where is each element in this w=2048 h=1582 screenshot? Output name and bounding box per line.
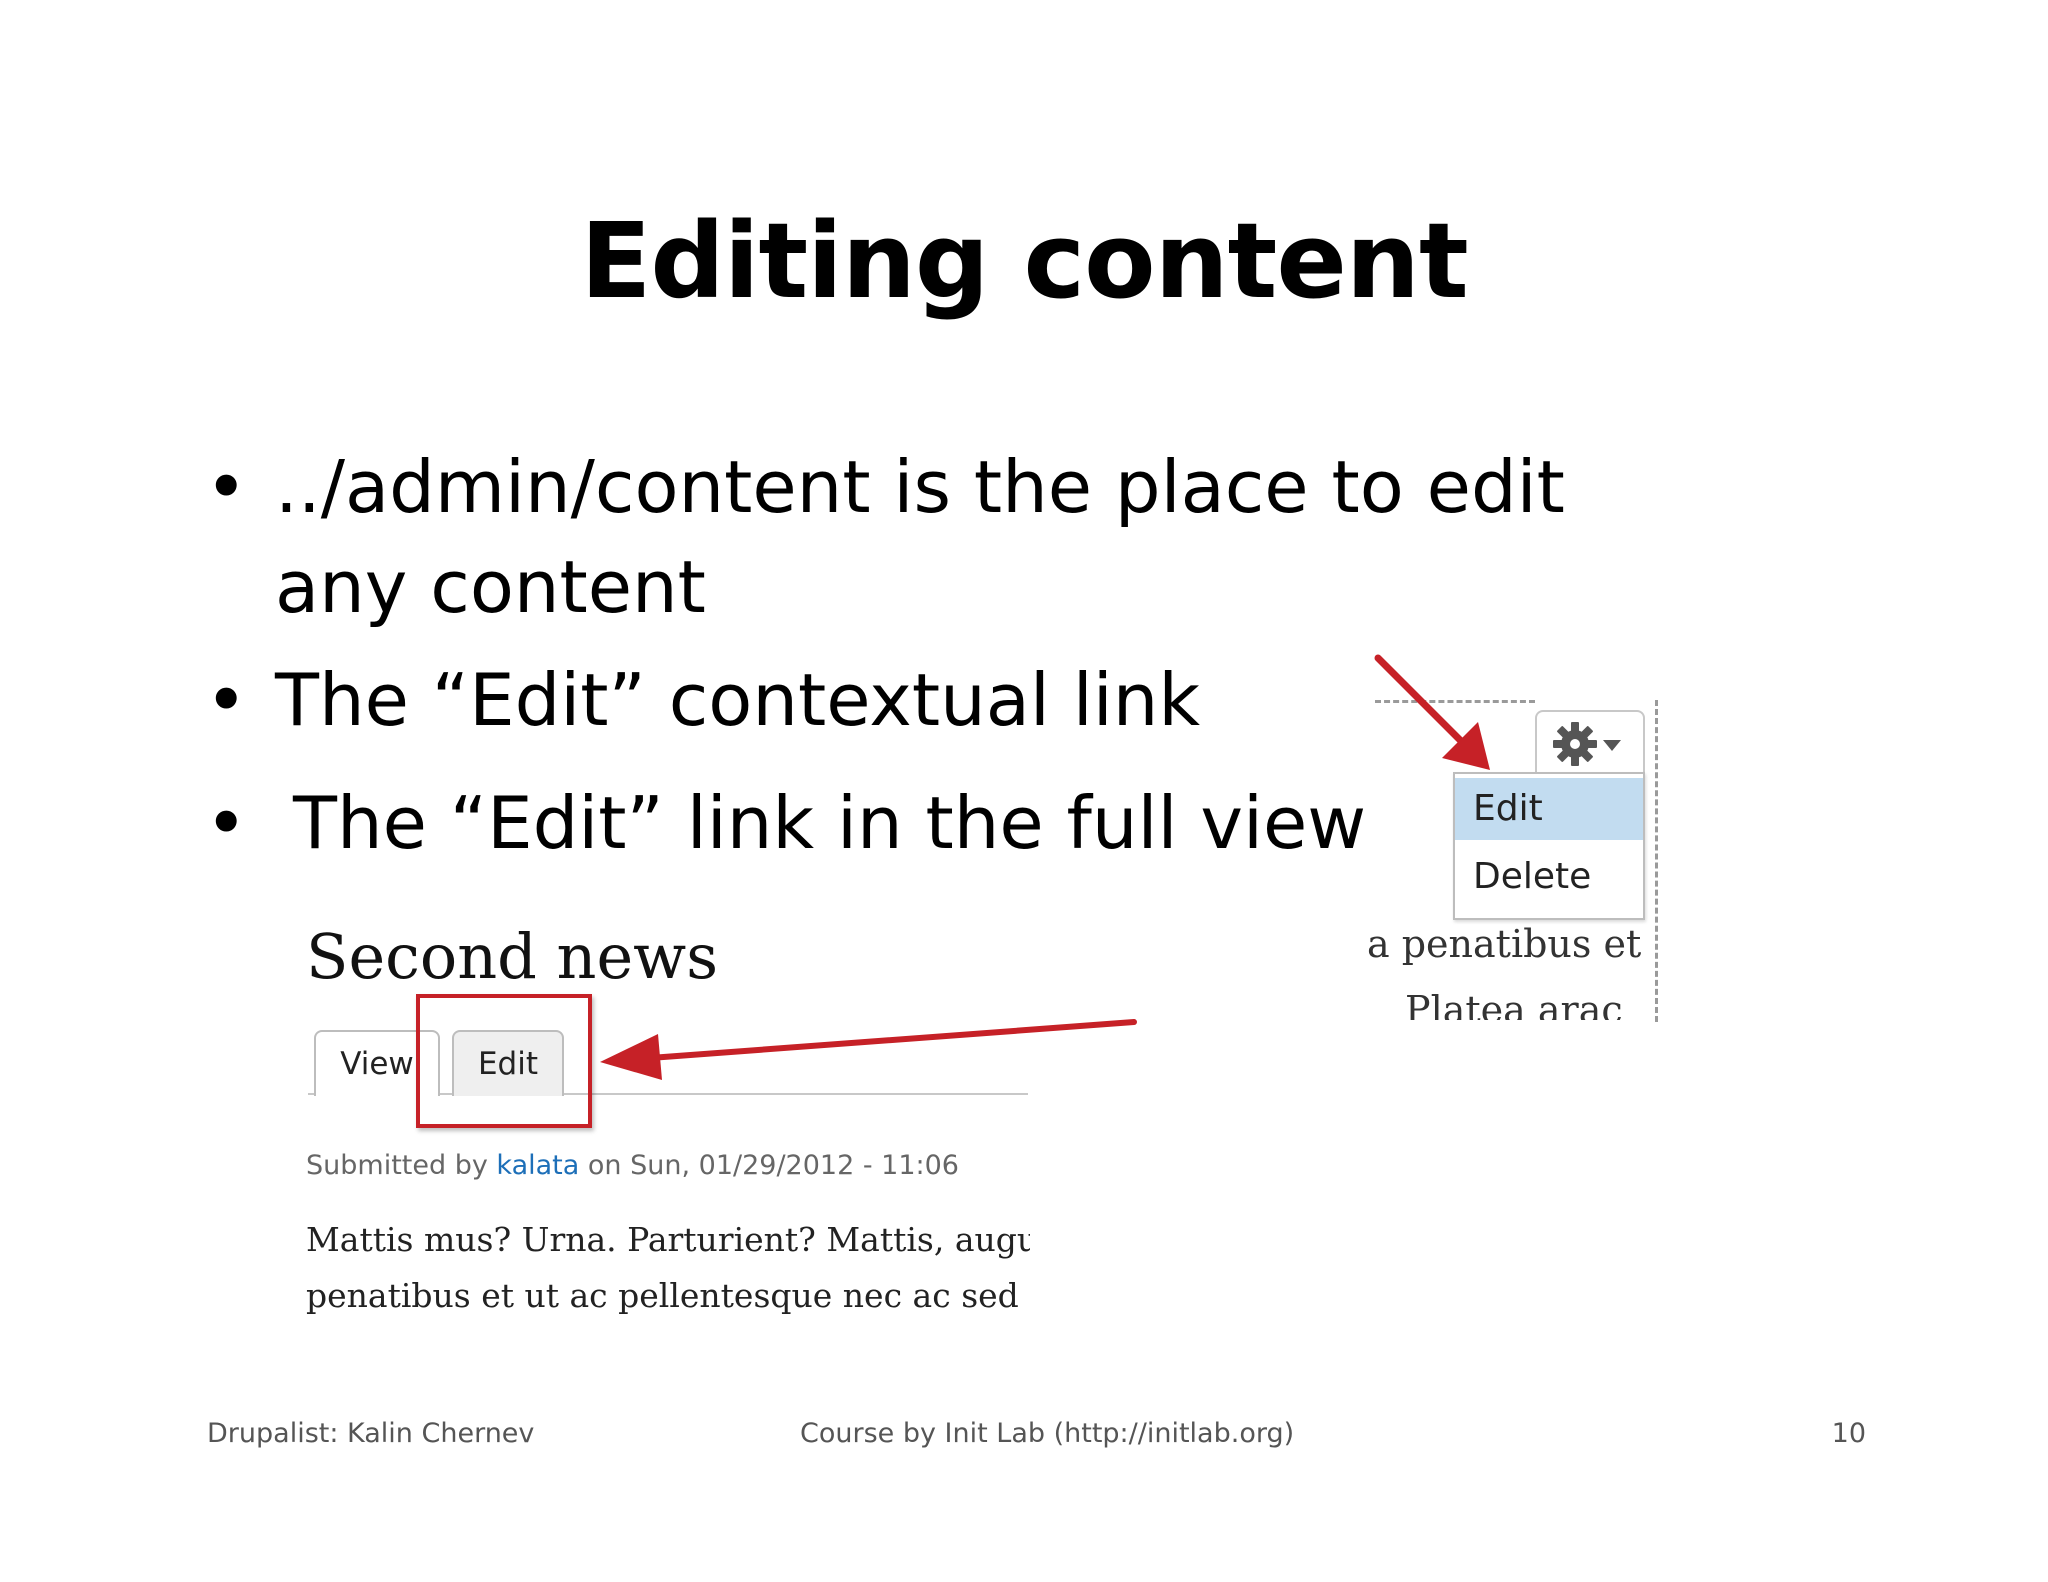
bullet-marker: • <box>205 658 248 742</box>
bullet-item-1: • ../admin/content is the place to edit … <box>205 437 1705 637</box>
submitted-line: Submitted by kalata on Sun, 01/29/2012 -… <box>306 1150 959 1181</box>
contextual-menu: Edit Delete <box>1453 772 1645 920</box>
bullet-item-2: • The “Edit” contextual link <box>205 650 1200 750</box>
body-line: Mattis mus? Urna. Parturient? Mattis, au… <box>306 1220 1030 1259</box>
submitted-prefix: Submitted by <box>306 1150 488 1181</box>
node-body: Mattis mus? Urna. Parturient? Mattis, au… <box>306 1212 1030 1324</box>
arrow-down-right-icon <box>1374 654 1490 770</box>
footer-course: Course by Init Lab (http://initlab.org) <box>800 1418 1295 1449</box>
contextual-links-button[interactable] <box>1535 710 1645 774</box>
edit-tab-highlight <box>416 994 592 1128</box>
bullet-item-3: • The “Edit” link in the full view <box>205 773 1366 873</box>
background-text: Platea arac <box>1405 988 1623 1020</box>
bullet-text: ../admin/content is the place to edit an… <box>275 445 1565 629</box>
node-title: Second news <box>306 920 719 993</box>
bullet-marker: • <box>205 445 248 529</box>
body-line: penatibus et ut ac pellentesque nec ac s… <box>306 1276 1030 1315</box>
bullet-marker: • <box>205 781 248 865</box>
menu-item-delete[interactable]: Delete <box>1455 846 1643 908</box>
bullet-text: The “Edit” contextual link <box>275 658 1201 742</box>
author-link[interactable]: kalata <box>496 1150 579 1181</box>
region-outline <box>1655 700 1658 1022</box>
background-text: a penatibus et <box>1367 922 1642 966</box>
arrow-left-icon <box>600 1019 1137 1080</box>
slide-title: Editing content <box>580 200 1468 322</box>
footer-author: Drupalist: Kalin Chernev <box>207 1418 535 1449</box>
submitted-date: on Sun, 01/29/2012 - 11:06 <box>587 1150 959 1181</box>
chevron-down-icon <box>1603 740 1621 751</box>
gear-icon <box>1553 722 1621 766</box>
page-number: 10 <box>1831 1418 1866 1449</box>
menu-item-edit[interactable]: Edit <box>1455 778 1643 840</box>
full-view-screenshot: Second news View Edit Submitted by kalat… <box>300 900 1137 1320</box>
bullet-text: The “Edit” link in the full view <box>293 781 1367 865</box>
